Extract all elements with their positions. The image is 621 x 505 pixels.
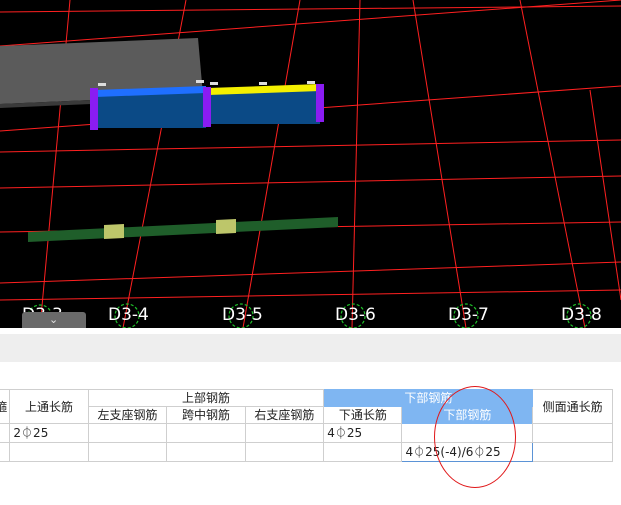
grid-line — [0, 5, 621, 13]
axis-label-d3-8: D3-8 — [561, 305, 602, 325]
axis-label-d3-7: D3-7 — [448, 305, 489, 325]
col-header-bottom-rebar[interactable]: 下部钢筋 — [401, 406, 534, 424]
cell-right-support[interactable] — [244, 442, 325, 462]
grid-line — [0, 289, 621, 301]
group-header-bottom: 下部钢筋 — [323, 389, 534, 407]
support-left — [90, 88, 98, 130]
col-header-top-through[interactable]: 上通长筋 — [9, 389, 89, 424]
table-row: 2⏀25 4⏀25 — [0, 423, 613, 443]
col-header-clipped[interactable]: 箍 — [0, 389, 11, 424]
cell-side-through[interactable] — [532, 442, 613, 462]
axis-label-d3-6: D3-6 — [335, 305, 376, 325]
chevron-down-icon: ⌄ — [49, 313, 59, 326]
beam-span-left — [95, 92, 206, 128]
col-header-left-support[interactable]: 左支座钢筋 — [87, 406, 168, 424]
cell-clipped[interactable] — [0, 442, 11, 462]
grid-line — [412, 0, 467, 328]
support-mid — [203, 87, 211, 127]
grid-canvas — [0, 0, 621, 328]
lower-pad-left — [104, 224, 124, 239]
bar-marker — [307, 81, 315, 84]
collapse-panel-button[interactable]: ⌄ — [22, 312, 86, 328]
col-header-bottom-through[interactable]: 下通长筋 — [323, 406, 403, 424]
cell-mid-span[interactable] — [166, 442, 246, 462]
cell-side-through[interactable] — [532, 423, 613, 443]
bar-marker — [98, 83, 106, 86]
cell-bottom-rebar[interactable] — [401, 423, 534, 443]
grid-line — [0, 175, 621, 189]
cell-bottom-through[interactable]: 4⏀25 — [323, 423, 403, 443]
3d-viewport[interactable]: D3-3 D3-4 D3-5 D3-6 D3-7 D3-8 ⌄ — [0, 0, 621, 328]
grid-line — [519, 0, 586, 328]
col-header-side-through[interactable]: 侧面通长筋 — [532, 389, 613, 424]
cell-top-through[interactable] — [9, 442, 89, 462]
axis-label-d3-5: D3-5 — [222, 305, 263, 325]
beam-span-right — [208, 90, 320, 124]
grid-line — [589, 89, 621, 301]
cell-mid-span[interactable] — [166, 423, 246, 443]
bar-marker — [259, 82, 267, 85]
lower-beam-body — [28, 217, 338, 242]
col-header-right-support[interactable]: 右支座钢筋 — [244, 406, 325, 424]
lower-pad-right — [216, 219, 236, 234]
cell-right-support[interactable] — [244, 423, 325, 443]
col-header-mid-span[interactable]: 跨中钢筋 — [166, 406, 246, 424]
axis-label-d3-4: D3-4 — [108, 305, 149, 325]
grid-line — [242, 0, 301, 328]
cell-bottom-rebar-active[interactable]: 4⏀25(-4)/6⏀25 — [401, 442, 534, 462]
cell-left-support[interactable] — [87, 423, 168, 443]
rebar-table-panel[interactable]: 箍 上通长筋 上部钢筋 下部钢筋 侧面通长筋 左支座钢筋 跨中钢筋 右支座钢筋 … — [0, 362, 621, 505]
lower-beam[interactable] — [28, 217, 338, 242]
cell-top-through[interactable]: 2⏀25 — [9, 423, 89, 443]
grid-line — [0, 261, 621, 284]
cell-left-support[interactable] — [87, 442, 168, 462]
cell-bottom-through[interactable] — [323, 442, 403, 462]
grid-line — [0, 139, 621, 153]
table-row: 4⏀25(-4)/6⏀25 — [0, 442, 613, 462]
support-right — [316, 84, 324, 122]
bar-marker — [210, 82, 218, 85]
rebar-input-table: 箍 上通长筋 上部钢筋 下部钢筋 侧面通长筋 左支座钢筋 跨中钢筋 右支座钢筋 … — [0, 389, 613, 462]
cell-clipped[interactable] — [0, 423, 11, 443]
group-header-top: 上部钢筋 — [87, 389, 325, 407]
table-toolbar — [0, 334, 621, 362]
grid-line — [351, 0, 361, 328]
bar-marker — [196, 80, 204, 83]
